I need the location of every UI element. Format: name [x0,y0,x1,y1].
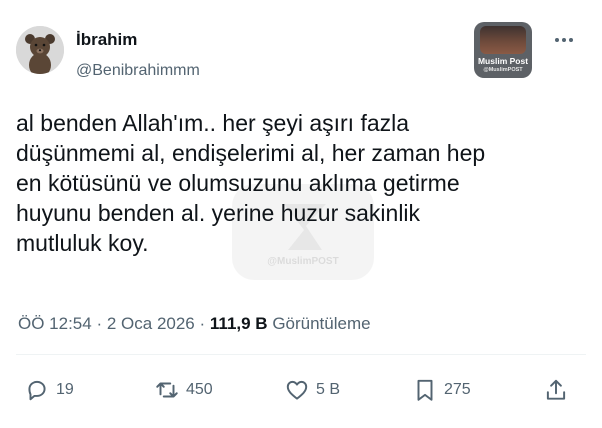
tweet-time[interactable]: ÖÖ 12:54 [18,314,92,333]
tweet-date[interactable]: 2 Oca 2026 [107,314,195,333]
heart-icon [286,380,308,400]
repost-button[interactable]: 450 [154,375,213,405]
views-count: 111,9 B [209,314,268,333]
tweet-meta: ÖÖ 12:54 · 2 Oca 2026 · 111,9 B Görüntül… [18,314,371,334]
badge-title: Muslim Post [477,56,529,66]
tweet-line: en kötüsünü ve olumsuzunu aklıma getirme [16,170,460,196]
tweet-line: mutluluk koy. [16,230,149,256]
tweet-line: al benden Allah'ım.. her şeyi aşırı fazl… [16,110,410,136]
bookmark-count: 275 [444,381,471,398]
reply-icon [28,380,46,401]
tweet-line: düşünmemi al, endişelerimi al, her zaman… [16,140,486,166]
bookmark-icon [417,379,433,401]
reply-button[interactable]: 19 [24,375,74,405]
author-handle[interactable]: @Benibrahimmm [76,62,200,80]
avatar[interactable] [16,26,64,74]
divider [16,354,586,355]
meta-separator: · [199,314,206,333]
share-button[interactable] [543,375,569,405]
badge-subtitle: @MuslimPOST [483,67,523,73]
repost-count: 450 [186,381,213,398]
bookmark-button[interactable]: 275 [412,375,471,405]
like-button[interactable]: 5 B [284,375,340,405]
reply-count: 19 [56,381,74,398]
repost-icon [156,382,178,398]
views-label: Görüntüleme [272,314,371,333]
more-options-icon[interactable] [548,28,580,52]
teddy-bear-avatar-icon [16,26,64,74]
tweet-text: al benden Allah'ım.. her şeyi aşırı fazl… [16,108,556,258]
meta-separator: · [96,314,103,333]
muslim-post-badge[interactable]: Muslim Post @MuslimPOST [474,22,532,78]
author-display-name[interactable]: İbrahim [76,30,137,50]
badge-photo [480,26,526,54]
share-icon [546,379,566,400]
tweet-line: huyunu benden al. yerine huzur sakinlik [16,200,421,226]
like-count: 5 B [316,381,341,398]
